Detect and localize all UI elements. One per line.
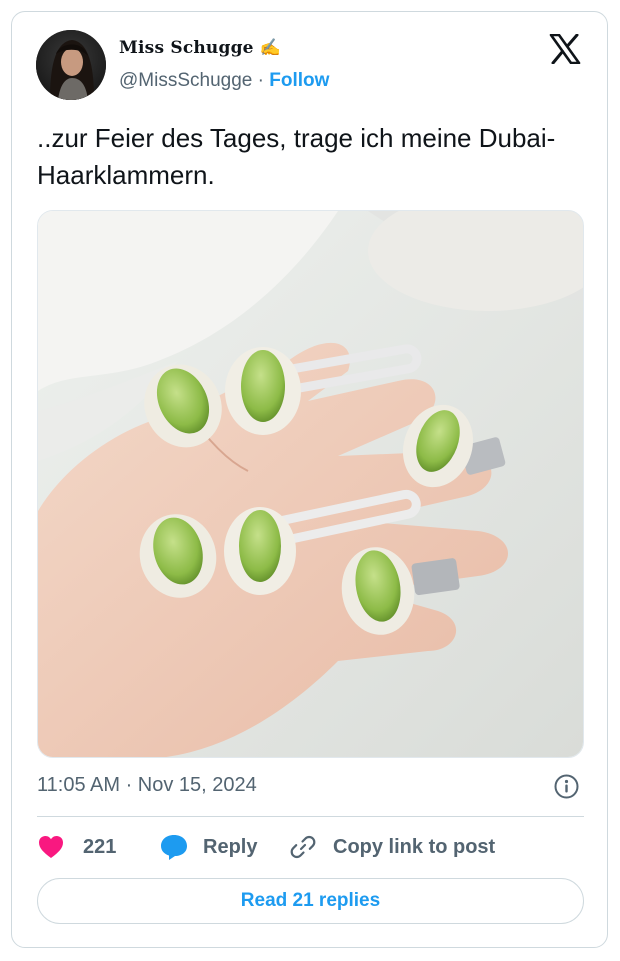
display-name-text: Miss Schugge [119, 38, 254, 58]
divider [37, 816, 584, 817]
heart-icon [39, 836, 63, 858]
reply-bubble-icon [161, 835, 187, 860]
handle-row: @MissSchugge · Follow [119, 70, 329, 92]
tweet-photo[interactable] [37, 210, 584, 758]
like-count: 221 [83, 835, 117, 858]
info-icon[interactable] [554, 774, 579, 799]
user-avatar-icon [36, 30, 106, 100]
pistachio-hair-clips-photo-icon [38, 211, 583, 757]
like-button[interactable]: 221 [37, 832, 116, 862]
avatar[interactable] [36, 30, 106, 100]
tweet-timestamp[interactable]: 11:05 AM · Nov 15, 2024 [37, 774, 257, 797]
tweet-text: ..zur Feier des Tages, trage ich meine D… [37, 123, 556, 190]
read-replies-button[interactable]: Read 21 replies [37, 878, 584, 924]
user-handle[interactable]: @MissSchugge [119, 70, 252, 91]
separator-dot: · [257, 70, 264, 91]
link-icon [290, 835, 316, 859]
copy-link-label: Copy link to post [333, 835, 496, 858]
reply-label: Reply [203, 835, 258, 858]
writing-hand-emoji-icon: ✍ [259, 38, 282, 58]
follow-button[interactable]: Follow [269, 70, 329, 91]
display-name[interactable]: Miss Schugge ✍ [119, 38, 281, 58]
copy-link-button[interactable]: Copy link to post [290, 832, 495, 862]
reply-button[interactable]: Reply [159, 832, 257, 862]
x-logo-icon[interactable] [549, 33, 581, 65]
action-bar: 221 Reply Copy link to post [37, 832, 584, 862]
